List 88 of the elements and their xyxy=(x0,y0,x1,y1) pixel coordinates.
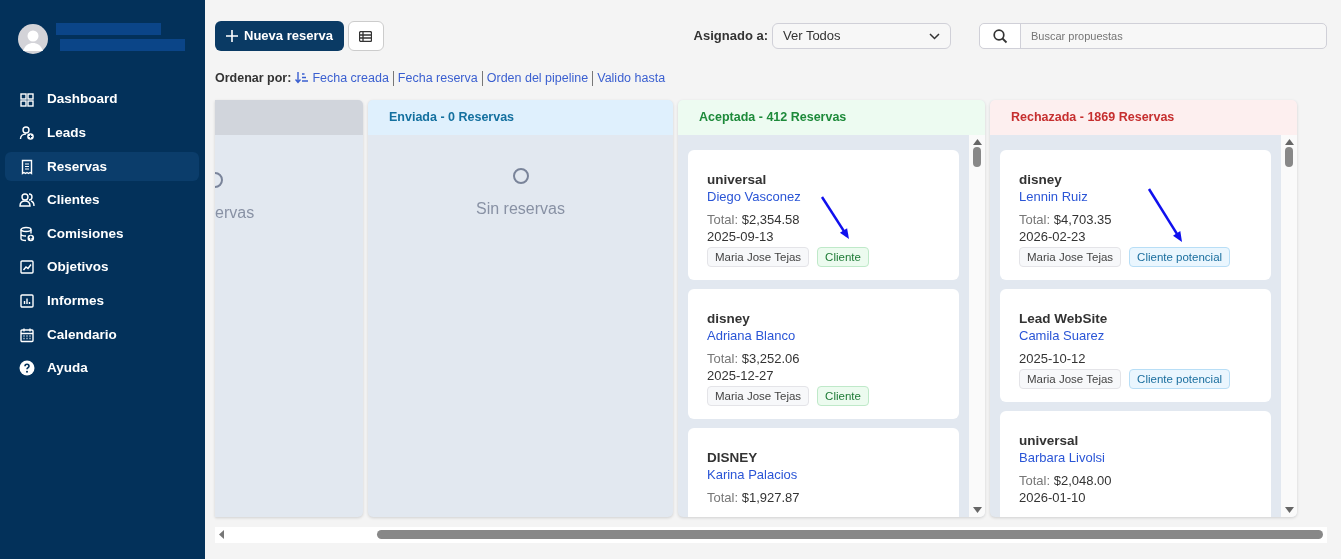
plus-icon xyxy=(226,30,238,42)
vertical-scrollbar[interactable] xyxy=(969,134,985,517)
total-amount: Total: $1,927.87 xyxy=(707,488,801,506)
sidebar-item[interactable]: Objetivos xyxy=(5,252,199,282)
arrow-left-icon[interactable] xyxy=(219,530,225,540)
line-chart-icon xyxy=(19,259,35,276)
company-name: Lead WebSite xyxy=(1019,309,1109,327)
sidebar-item[interactable]: Leads xyxy=(5,118,199,148)
scrollbar-thumb[interactable] xyxy=(973,146,981,167)
spinner-icon xyxy=(215,170,224,189)
avatar-icon xyxy=(18,24,48,54)
spinner-icon xyxy=(511,166,530,185)
new-booking-button[interactable]: Nueva reserva xyxy=(215,21,344,51)
company-name: disney xyxy=(707,309,751,327)
arrow-down-icon[interactable] xyxy=(1284,506,1294,513)
chevron-down-icon xyxy=(929,32,940,40)
contact-link[interactable]: Camila Suarez xyxy=(1019,327,1105,343)
agent-tag: Maria Jose Tejas xyxy=(707,385,810,406)
list-view-button[interactable] xyxy=(347,21,384,51)
users-icon xyxy=(19,192,35,209)
total-amount: Total: $2,354.58 xyxy=(707,210,801,228)
calendar-icon xyxy=(19,326,35,343)
assigned-dropdown[interactable]: Ver Todos xyxy=(772,23,951,49)
status-tag: Cliente potencial xyxy=(1129,246,1231,267)
booking-card[interactable]: Lead WebSite Camila Suarez 2025-10-12 Maria Jose Tejas Cliente potencial xyxy=(1000,288,1271,402)
sidebar-item[interactable]: Comisiones xyxy=(5,219,199,249)
sidebar-item[interactable]: Clientes xyxy=(5,185,199,215)
user-plus-icon xyxy=(19,125,35,142)
database-icon xyxy=(19,225,35,242)
grid-icon xyxy=(19,91,35,108)
bar-chart-icon xyxy=(19,293,35,310)
contact-link[interactable]: Adriana Blanco xyxy=(707,327,796,343)
column-title: Enviada - 0 Reservas xyxy=(368,99,673,135)
search-bar[interactable]: Buscar propuestas xyxy=(979,23,1327,49)
contact-link[interactable]: Lennin Ruiz xyxy=(1019,188,1088,204)
contact-link[interactable]: Diego Vasconez xyxy=(707,188,801,204)
status-tag: Cliente xyxy=(817,385,869,406)
list-icon xyxy=(359,30,373,42)
scrollbar-thumb[interactable] xyxy=(1285,146,1293,167)
help-icon xyxy=(19,360,35,377)
sort-label: Ordenar por: xyxy=(215,70,292,87)
agent-tag: Maria Jose Tejas xyxy=(707,246,810,267)
agent-tag: Maria Jose Tejas xyxy=(1019,246,1122,267)
total-amount: Total: $3,252.06 xyxy=(707,349,801,367)
arrow-up-icon[interactable] xyxy=(972,138,982,145)
sidebar-item[interactable]: Reservas xyxy=(5,152,199,182)
column-title: Rechazada - 1869 Reservas xyxy=(990,99,1297,135)
agent-tag: Maria Jose Tejas xyxy=(1019,368,1122,389)
company-name: universal xyxy=(707,170,768,188)
search-icon xyxy=(992,28,1008,44)
sidebar-item[interactable]: Dashboard xyxy=(5,85,199,114)
contact-link[interactable]: Karina Palacios xyxy=(707,466,798,482)
sort-link[interactable]: Fecha reserva xyxy=(397,69,478,88)
sidebar-item[interactable]: Informes xyxy=(5,286,199,316)
sidebar-item[interactable]: Ayuda xyxy=(5,353,199,383)
status-tag: Cliente potencial xyxy=(1129,368,1231,389)
empty-message: ervas xyxy=(215,202,255,223)
vertical-scrollbar[interactable] xyxy=(1281,134,1297,517)
sort-link[interactable]: Orden del pipeline xyxy=(486,69,589,88)
total-amount: Total: $2,048.00 xyxy=(1019,471,1113,489)
status-tag: Cliente xyxy=(817,246,869,267)
booking-card[interactable]: disney Adriana Blanco Total: $3,252.06 2025-12-27 Maria Jose Tejas Cliente xyxy=(688,288,959,419)
booking-card[interactable]: disney Lennin Ruiz Total: $4,703.35 2026-02-23 Maria Jose Tejas Cliente potencial xyxy=(1000,149,1271,280)
company-name: DISNEY xyxy=(707,448,759,466)
contact-link[interactable]: Barbara Livolsi xyxy=(1019,449,1105,465)
sidebar-item[interactable]: Calendario xyxy=(5,320,199,350)
empty-message: Sin reservas xyxy=(476,198,565,219)
booking-date: 2025-12-27 xyxy=(707,366,775,384)
receipt-icon xyxy=(19,158,35,175)
arrow-down-icon[interactable] xyxy=(972,506,982,513)
company-name: disney xyxy=(1019,170,1063,188)
booking-date: 2026-02-23 xyxy=(1019,227,1087,245)
horizontal-scrollbar[interactable] xyxy=(215,526,1327,543)
booking-card[interactable]: universal Diego Vasconez Total: $2,354.58 2025-09-13 Maria Jose Tejas Cliente xyxy=(688,149,959,280)
company-name: universal xyxy=(1019,431,1080,449)
total-amount: Total: $4,703.35 xyxy=(1019,210,1113,228)
column-title: Aceptada - 412 Reservas xyxy=(678,99,985,135)
search-button[interactable] xyxy=(980,24,1021,48)
sort-link[interactable]: Valido hasta xyxy=(597,69,666,88)
sort-link[interactable]: Fecha creada xyxy=(295,69,389,88)
booking-card[interactable]: DISNEY Karina Palacios Total: $1,927.87 xyxy=(688,427,959,517)
booking-card[interactable]: universal Barbara Livolsi Total: $2,048.00 2026-01-10 xyxy=(1000,410,1271,517)
assigned-label: Asignado a: xyxy=(693,27,768,46)
arrow-up-icon[interactable] xyxy=(1284,138,1294,145)
booking-date: 2025-10-12 xyxy=(1019,349,1087,367)
search-field[interactable]: Buscar propuestas xyxy=(1021,24,1326,48)
booking-date: 2025-09-13 xyxy=(707,227,775,245)
booking-date: 2026-01-10 xyxy=(1019,488,1087,506)
